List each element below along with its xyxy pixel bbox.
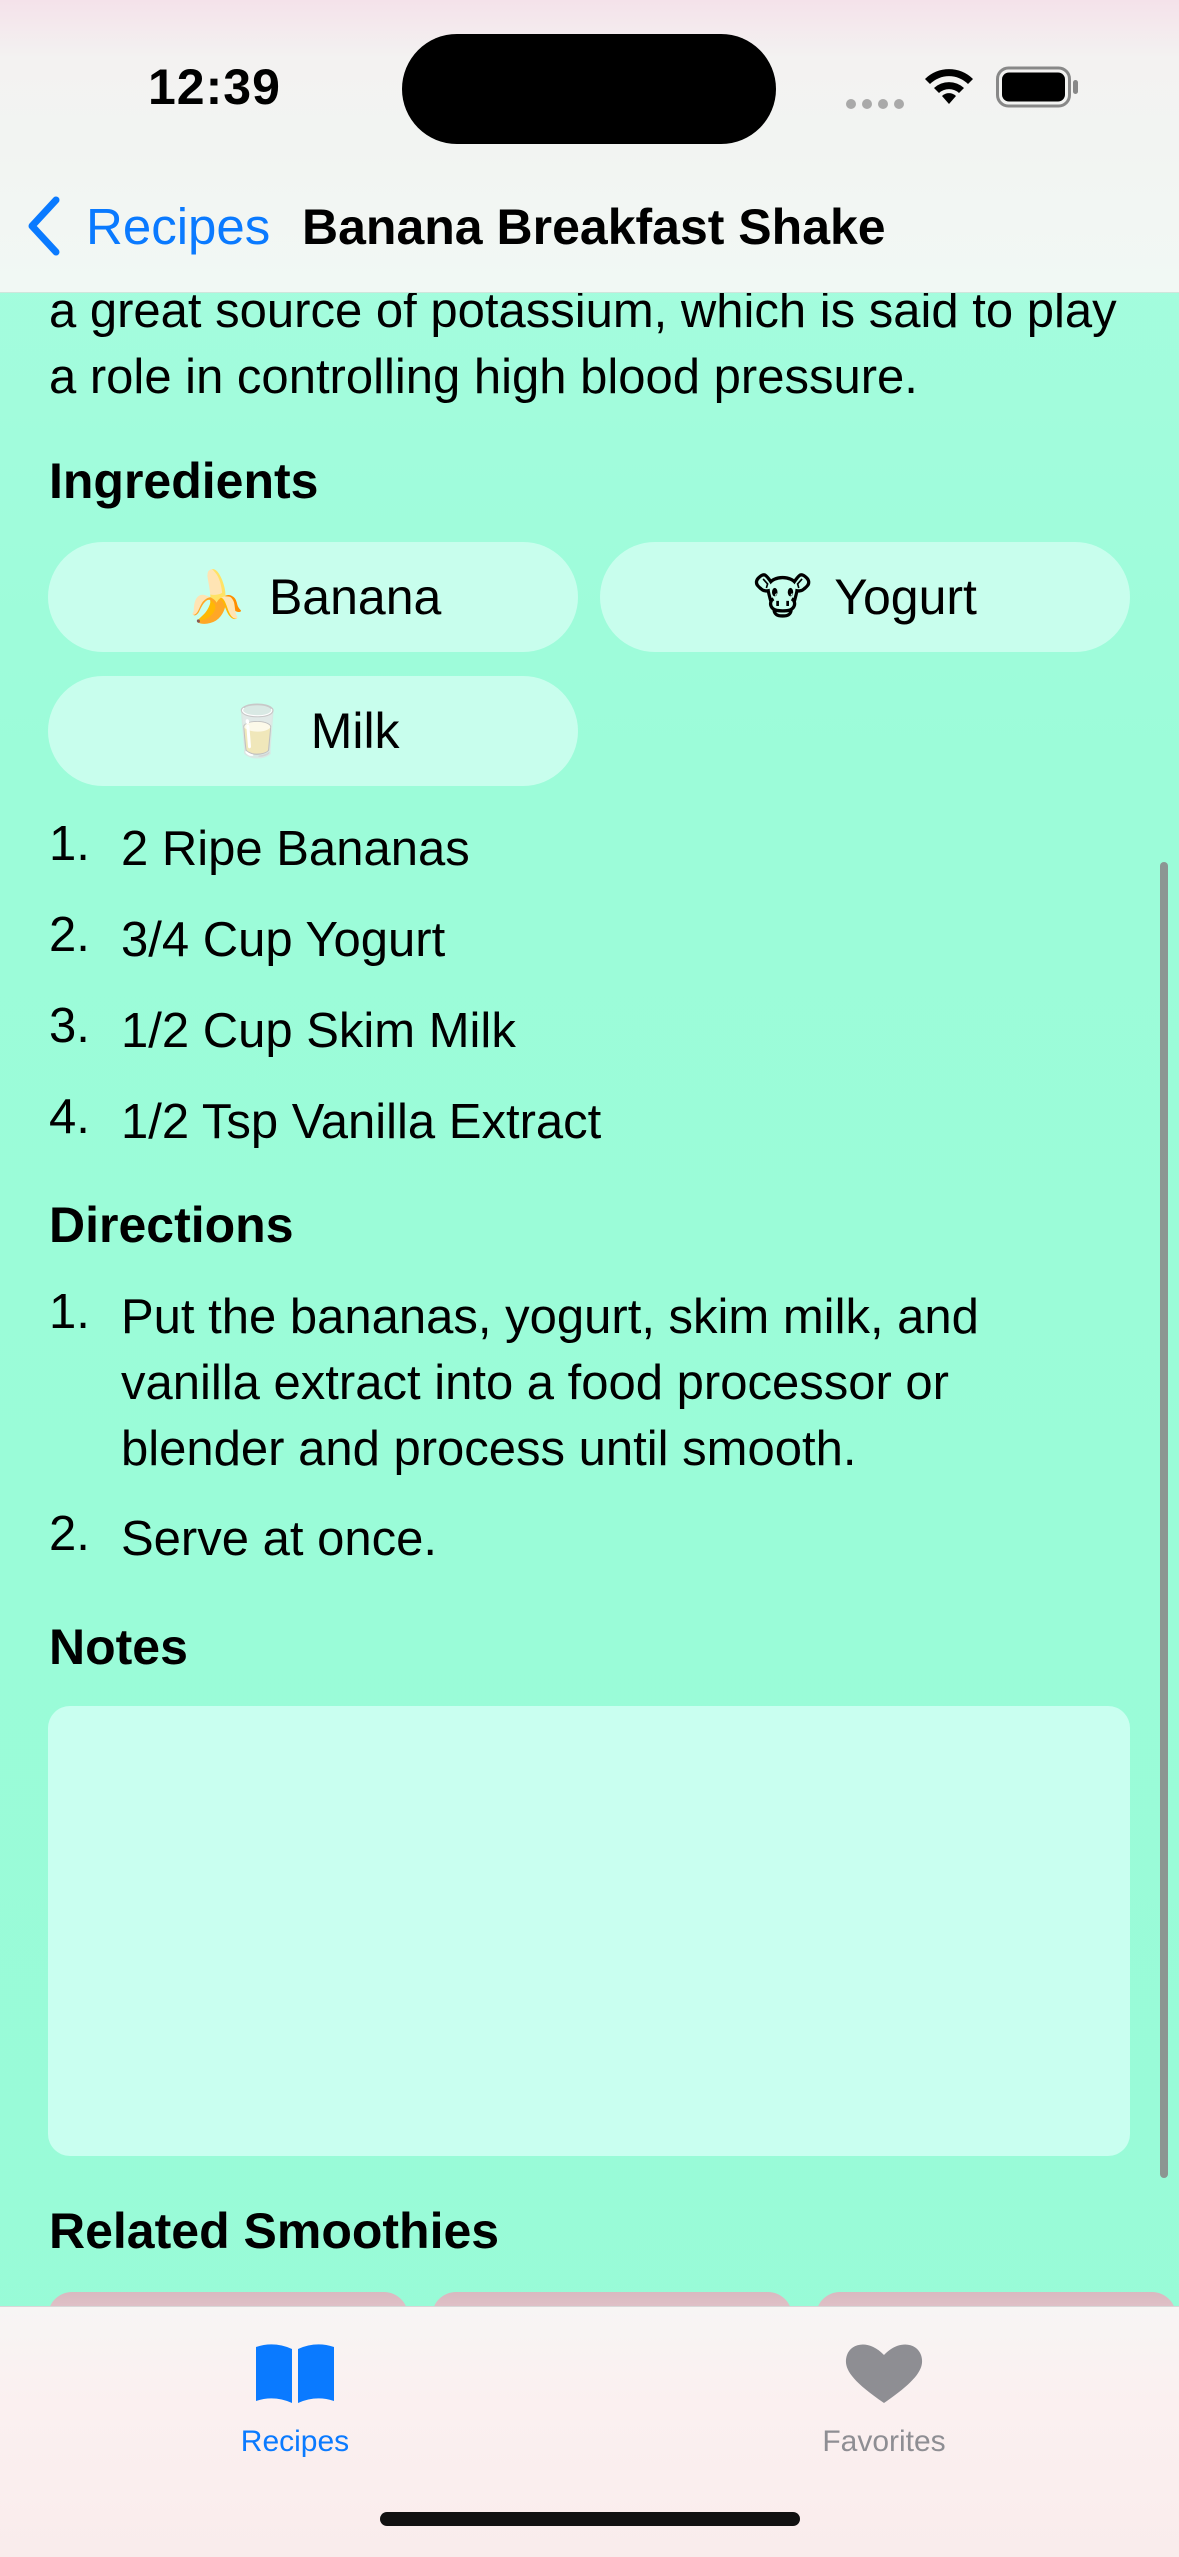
ingredients-heading: Ingredients bbox=[49, 453, 319, 509]
back-button[interactable]: Recipes bbox=[24, 196, 270, 256]
list-item: 4. 1/2 Tsp Vanilla Extract bbox=[49, 1090, 602, 1149]
dynamic-island bbox=[402, 34, 776, 144]
cow-icon: 🐮 bbox=[753, 569, 813, 625]
cellular-signal-icon bbox=[846, 96, 910, 114]
chip-label: Milk bbox=[310, 703, 400, 759]
navigation-bar: 12:39 Recipes Banana Breakfast Shake bbox=[0, 0, 1179, 293]
directions-heading: Directions bbox=[49, 1197, 294, 1253]
scroll-indicator[interactable] bbox=[1160, 862, 1168, 2178]
banana-icon: 🍌 bbox=[184, 568, 247, 625]
ingredient-chip-milk[interactable]: 🥛 Milk bbox=[48, 676, 578, 786]
list-item: 2. 3/4 Cup Yogurt bbox=[49, 908, 446, 967]
chip-label: Banana bbox=[268, 569, 442, 625]
tab-label: Favorites bbox=[822, 2425, 946, 2458]
battery-icon bbox=[996, 66, 1078, 108]
milk-glass-icon: 🥛 bbox=[226, 702, 289, 759]
tab-recipes[interactable]: Recipes bbox=[145, 2327, 445, 2459]
tab-favorites[interactable]: Favorites bbox=[734, 2327, 1034, 2459]
ingredient-chip-yogurt[interactable]: 🐮 Yogurt bbox=[600, 542, 1130, 652]
book-icon bbox=[256, 2344, 334, 2403]
notes-heading: Notes bbox=[49, 1619, 188, 1675]
recipe-description: a great source of potassium, which is sa… bbox=[49, 284, 1117, 404]
list-item: 2. Serve at once. bbox=[49, 1507, 437, 1566]
ingredient-chip-banana[interactable]: 🍌 Banana bbox=[48, 542, 578, 652]
status-time: 12:39 bbox=[148, 59, 281, 115]
heart-icon bbox=[845, 2344, 923, 2403]
list-item: 3. 1/2 Cup Skim Milk bbox=[49, 999, 516, 1058]
back-button-label: Recipes bbox=[86, 197, 271, 255]
list-item: 1. Put the bananas, yogurt, skim milk, a… bbox=[49, 1285, 979, 1476]
wifi-icon bbox=[925, 69, 973, 104]
page-title: Banana Breakfast Shake bbox=[302, 199, 886, 255]
list-item: 1. 2 Ripe Bananas bbox=[49, 817, 470, 876]
related-smoothies-heading: Related Smoothies bbox=[49, 2203, 500, 2259]
chevron-left-icon bbox=[28, 196, 60, 256]
chip-label: Yogurt bbox=[834, 569, 977, 625]
home-indicator[interactable] bbox=[380, 2512, 800, 2526]
recipe-detail-scroll[interactable]: a great source of potassium, which is sa… bbox=[0, 0, 1179, 2556]
tab-label: Recipes bbox=[240, 2425, 350, 2458]
notes-text-field[interactable] bbox=[48, 1706, 1130, 2156]
